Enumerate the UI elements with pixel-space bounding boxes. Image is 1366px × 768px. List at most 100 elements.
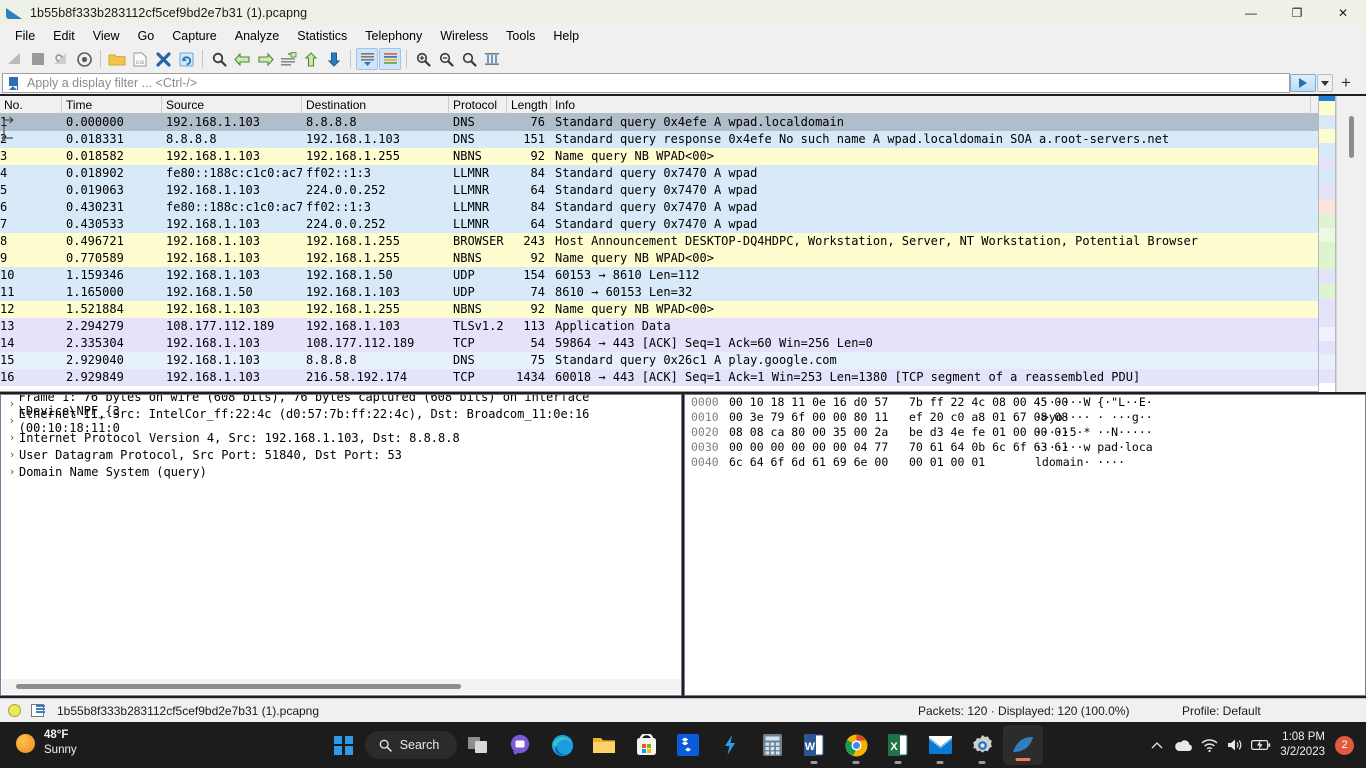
table-row[interactable]: 40.018902fe80::188c:c1c0:ac7…ff02::1:3LL… bbox=[0, 165, 1366, 182]
menu-edit[interactable]: Edit bbox=[44, 26, 84, 46]
detail-tree-item[interactable]: ›User Datagram Protocol, Src Port: 51840… bbox=[1, 446, 681, 463]
resize-columns-icon[interactable] bbox=[481, 48, 503, 70]
dropbox-icon[interactable] bbox=[667, 722, 709, 768]
settings-icon[interactable] bbox=[961, 722, 1003, 768]
table-row[interactable]: 10.000000192.168.1.1038.8.8.8DNS76Standa… bbox=[0, 114, 1366, 131]
taskbar-search-button[interactable]: Search bbox=[365, 722, 458, 768]
hex-dump-row[interactable]: 003000 00 00 00 00 00 04 77 70 61 64 0b … bbox=[685, 440, 1365, 455]
hex-dump-row[interactable]: 002008 08 ca 80 00 35 00 2a be d3 4e fe … bbox=[685, 425, 1365, 440]
expert-info-icon[interactable] bbox=[8, 704, 21, 717]
table-row[interactable]: 132.294279108.177.112.189192.168.1.103TL… bbox=[0, 318, 1366, 335]
packet-list[interactable]: No. Time Source Destination Protocol Len… bbox=[0, 96, 1366, 392]
menu-tools[interactable]: Tools bbox=[497, 26, 544, 46]
zoom-out-icon[interactable] bbox=[435, 48, 457, 70]
start-capture-icon[interactable] bbox=[4, 48, 26, 70]
chevron-right-icon[interactable]: › bbox=[5, 397, 19, 410]
table-row[interactable]: 121.521884192.168.1.103192.168.1.255NBNS… bbox=[0, 301, 1366, 318]
table-row[interactable]: 142.335304192.168.1.103108.177.112.189TC… bbox=[0, 335, 1366, 352]
column-header-time[interactable]: Time bbox=[62, 96, 162, 114]
microsoft-excel-icon[interactable]: X bbox=[877, 722, 919, 768]
onedrive-icon[interactable] bbox=[1170, 722, 1196, 768]
menu-analyze[interactable]: Analyze bbox=[226, 26, 288, 46]
table-row[interactable]: 80.496721192.168.1.103192.168.1.255BROWS… bbox=[0, 233, 1366, 250]
volume-icon[interactable] bbox=[1222, 722, 1248, 768]
lightning-app-icon[interactable] bbox=[709, 722, 751, 768]
detail-tree-item[interactable]: ›Domain Name System (query) bbox=[1, 463, 681, 480]
chevron-right-icon[interactable]: › bbox=[5, 431, 19, 444]
go-back-icon[interactable] bbox=[231, 48, 253, 70]
menu-capture[interactable]: Capture bbox=[163, 26, 225, 46]
reload-file-icon[interactable] bbox=[175, 48, 197, 70]
go-to-first-packet-icon[interactable] bbox=[300, 48, 322, 70]
table-row[interactable]: 162.929849192.168.1.103216.58.192.174TCP… bbox=[0, 369, 1366, 386]
file-explorer-icon[interactable] bbox=[583, 722, 625, 768]
menu-help[interactable]: Help bbox=[544, 26, 588, 46]
filter-bookmark-icon[interactable] bbox=[3, 74, 23, 92]
hex-dump-row[interactable]: 00406c 64 6f 6d 61 69 6e 00 00 01 00 01l… bbox=[685, 455, 1365, 470]
hex-dump-row[interactable]: 000000 10 18 11 0e 16 d0 57 7b ff 22 4c … bbox=[685, 395, 1365, 410]
packet-details-pane[interactable]: ›Frame 1: 76 bytes on wire (608 bits), 7… bbox=[0, 394, 682, 696]
show-hidden-icons-button[interactable] bbox=[1144, 722, 1170, 768]
menu-go[interactable]: Go bbox=[129, 26, 164, 46]
table-row[interactable]: 152.929040192.168.1.1038.8.8.8DNS75Stand… bbox=[0, 352, 1366, 369]
go-to-packet-icon[interactable] bbox=[277, 48, 299, 70]
capture-comment-icon[interactable] bbox=[31, 703, 47, 718]
stop-capture-icon[interactable] bbox=[27, 48, 49, 70]
maximize-button[interactable]: ❐ bbox=[1274, 0, 1320, 26]
chevron-right-icon[interactable]: › bbox=[5, 414, 19, 427]
column-header-protocol[interactable]: Protocol bbox=[449, 96, 507, 114]
packet-list-scrollbar[interactable] bbox=[1336, 96, 1366, 392]
table-row[interactable]: 50.019063192.168.1.103224.0.0.252LLMNR64… bbox=[0, 182, 1366, 199]
column-header-info[interactable]: Info bbox=[551, 96, 1311, 114]
find-packet-icon[interactable] bbox=[208, 48, 230, 70]
save-file-icon[interactable]: 010 bbox=[129, 48, 151, 70]
windows-start-button[interactable] bbox=[323, 722, 365, 768]
close-button[interactable]: ✕ bbox=[1320, 0, 1366, 26]
calculator-icon[interactable] bbox=[751, 722, 793, 768]
table-row[interactable]: 111.165000192.168.1.50192.168.1.103UDP74… bbox=[0, 284, 1366, 301]
detail-tree-item[interactable]: ›Ethernet II, Src: IntelCor_ff:22:4c (d0… bbox=[1, 412, 681, 429]
google-chrome-icon[interactable] bbox=[835, 722, 877, 768]
table-row[interactable]: 20.0183318.8.8.8192.168.1.103DNS151Stand… bbox=[0, 131, 1366, 148]
table-row[interactable]: 60.430231fe80::188c:c1c0:ac7…ff02::1:3LL… bbox=[0, 199, 1366, 216]
mail-icon[interactable] bbox=[919, 722, 961, 768]
hex-dump-row[interactable]: 001000 3e 79 6f 00 00 80 11 ef 20 c0 a8 … bbox=[685, 410, 1365, 425]
intelligent-scrollbar[interactable] bbox=[1318, 96, 1336, 392]
menu-statistics[interactable]: Statistics bbox=[288, 26, 356, 46]
details-scrollbar-thumb[interactable] bbox=[16, 684, 461, 689]
chevron-right-icon[interactable]: › bbox=[5, 448, 19, 461]
menu-telephony[interactable]: Telephony bbox=[356, 26, 431, 46]
minimize-button[interactable]: — bbox=[1228, 0, 1274, 26]
table-row[interactable]: 101.159346192.168.1.103192.168.1.50UDP15… bbox=[0, 267, 1366, 284]
capture-options-icon[interactable] bbox=[73, 48, 95, 70]
status-profile[interactable]: Profile: Default bbox=[1182, 704, 1261, 718]
go-forward-icon[interactable] bbox=[254, 48, 276, 70]
wireshark-icon[interactable] bbox=[1003, 725, 1043, 765]
table-row[interactable]: 70.430533192.168.1.103224.0.0.252LLMNR64… bbox=[0, 216, 1366, 233]
filter-dropdown-button[interactable] bbox=[1317, 74, 1333, 92]
go-to-last-packet-icon[interactable] bbox=[323, 48, 345, 70]
colorize-packets-icon[interactable] bbox=[379, 48, 401, 70]
search-input[interactable] bbox=[23, 76, 1289, 90]
column-header-destination[interactable]: Destination bbox=[302, 96, 449, 114]
battery-charging-icon[interactable] bbox=[1248, 722, 1274, 768]
scrollbar-thumb[interactable] bbox=[1349, 116, 1354, 158]
wifi-icon[interactable] bbox=[1196, 722, 1222, 768]
teams-chat-icon[interactable] bbox=[499, 722, 541, 768]
restart-capture-icon[interactable] bbox=[50, 48, 72, 70]
menu-view[interactable]: View bbox=[84, 26, 129, 46]
column-header-source[interactable]: Source bbox=[162, 96, 302, 114]
taskbar-clock[interactable]: 1:08 PM 3/2/2023 bbox=[1274, 730, 1335, 760]
column-header-no[interactable]: No. bbox=[0, 96, 62, 114]
chevron-right-icon[interactable]: › bbox=[5, 465, 19, 478]
table-row[interactable]: 90.770589192.168.1.103192.168.1.255NBNS9… bbox=[0, 250, 1366, 267]
microsoft-edge-icon[interactable] bbox=[541, 722, 583, 768]
microsoft-word-icon[interactable]: W bbox=[793, 722, 835, 768]
notification-badge[interactable]: 2 bbox=[1335, 736, 1354, 755]
normal-size-icon[interactable] bbox=[458, 48, 480, 70]
add-filter-button[interactable]: + bbox=[1337, 73, 1355, 93]
menu-file[interactable]: File bbox=[6, 26, 44, 46]
open-file-icon[interactable] bbox=[106, 48, 128, 70]
details-horizontal-scrollbar[interactable] bbox=[2, 679, 682, 694]
zoom-in-icon[interactable] bbox=[412, 48, 434, 70]
